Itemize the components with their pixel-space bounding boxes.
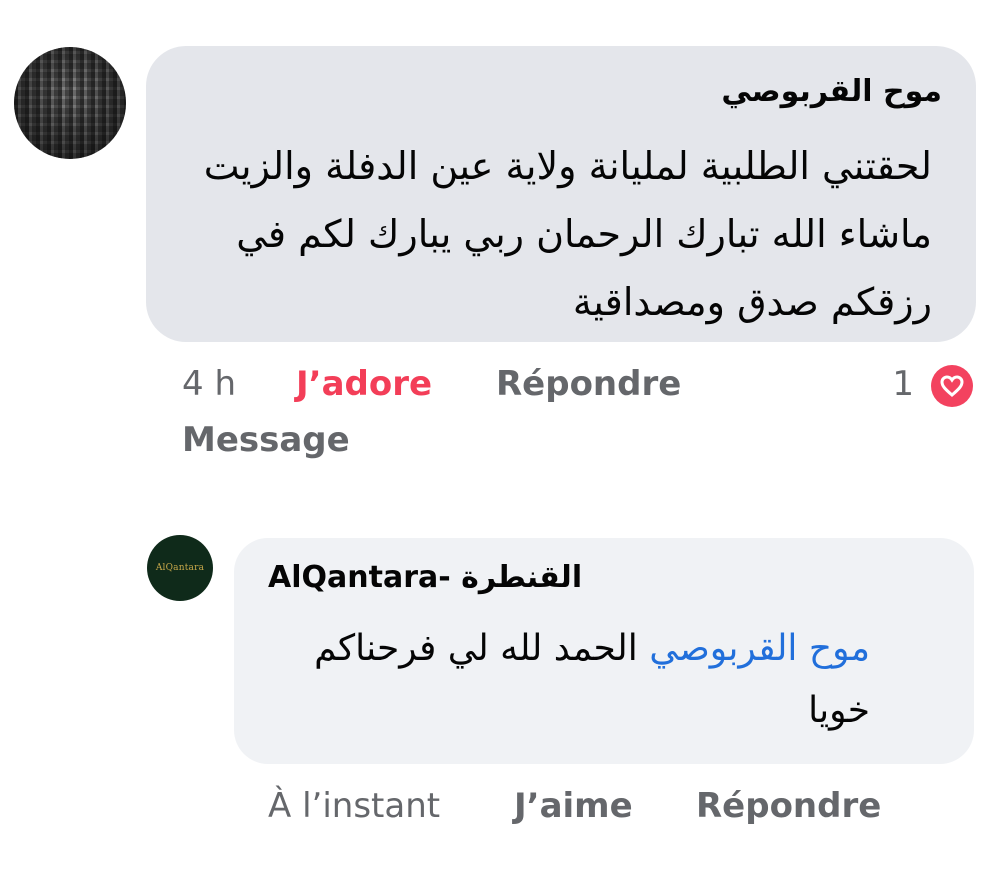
comment-text: لحقتني الطلبية لمليانة ولاية عين الدفلة …	[203, 144, 932, 324]
page-avatar[interactable]: AlQantara	[147, 535, 213, 601]
love-button[interactable]: J’adore	[296, 364, 432, 404]
comment-timestamp[interactable]: 4 h	[182, 364, 236, 404]
message-button[interactable]: Message	[182, 420, 350, 460]
avatar-logo: AlQantara	[155, 563, 205, 573]
reply-reply-button[interactable]: Répondre	[696, 786, 881, 826]
reply-author[interactable]: AlQantara- القنطرة	[268, 560, 582, 595]
reaction-count[interactable]: 1	[892, 364, 914, 404]
reply-bubble: AlQantara- القنطرة موح القربوصي الحمد لل…	[234, 538, 974, 764]
avatar-photo	[14, 47, 126, 159]
reply-text: موح القربوصي الحمد لله لي فرحناكم خويا	[250, 618, 870, 742]
comment-bubble: موح القربوصي لحقتني الطلبية لمليانة ولاي…	[146, 46, 976, 342]
reply-button[interactable]: Répondre	[496, 364, 681, 404]
heart-glyph	[940, 375, 964, 397]
comment-author[interactable]: موح القربوصي	[721, 74, 942, 109]
commenter-avatar[interactable]	[14, 47, 126, 159]
mention-link[interactable]: موح القربوصي	[649, 628, 870, 669]
heart-icon-badge	[931, 365, 973, 407]
heart-icon[interactable]	[927, 361, 977, 411]
like-button[interactable]: J’aime	[514, 786, 633, 826]
reply-timestamp[interactable]: À l’instant	[268, 786, 440, 826]
